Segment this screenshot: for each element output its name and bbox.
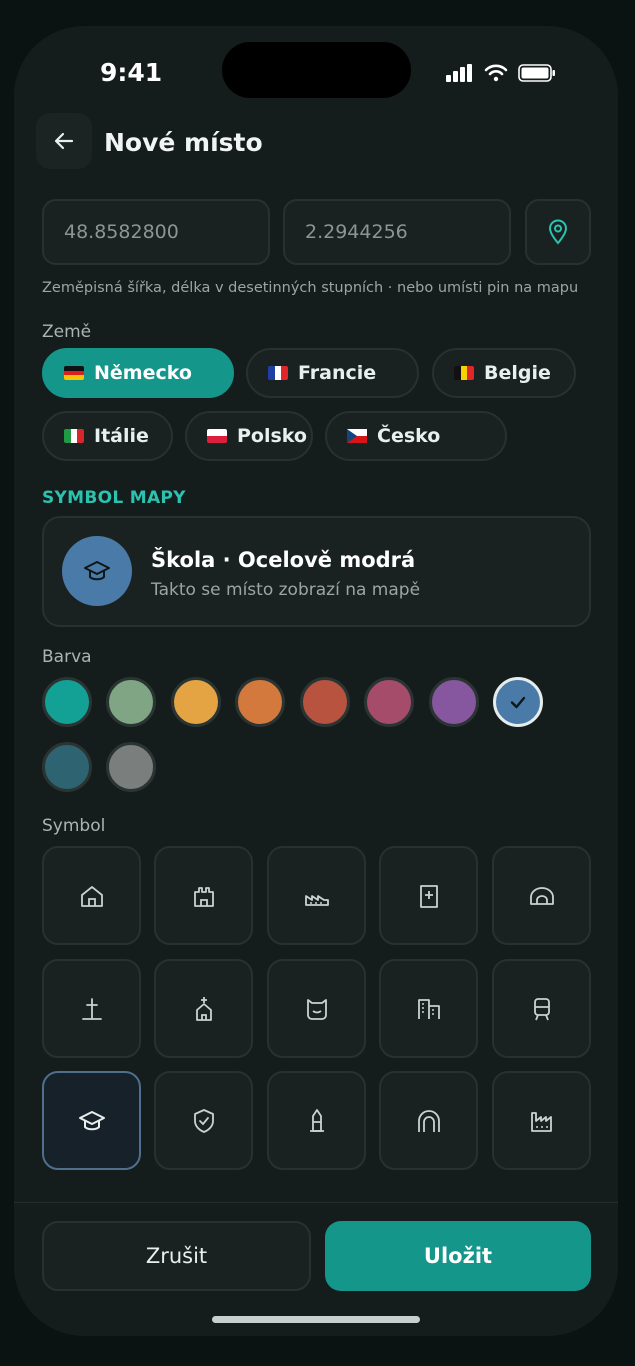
country-label: Země	[42, 322, 92, 342]
shield-check-icon	[193, 1108, 214, 1133]
save-button[interactable]: Uložit	[325, 1221, 591, 1291]
symbol-tile-tunnel[interactable]	[492, 846, 591, 945]
color-swatch-sage[interactable]	[106, 677, 156, 727]
color-swatch-amber[interactable]	[171, 677, 221, 727]
map-pin-icon	[548, 219, 568, 245]
france-flag-icon	[268, 366, 288, 380]
tower-icon	[309, 1108, 324, 1132]
country-chip-germany[interactable]: Německo	[42, 348, 234, 398]
symbol-tile-grave[interactable]	[42, 959, 141, 1058]
arch-icon	[417, 1109, 440, 1132]
coords-hint: Zeměpisná šířka, délka v desetinných stu…	[42, 280, 579, 296]
house-icon	[80, 885, 103, 907]
signal-icon	[446, 64, 472, 82]
graduation-cap-icon	[84, 561, 110, 581]
symbol-tile-face[interactable]	[267, 959, 366, 1058]
country-chip-belgium[interactable]: Belgie	[432, 348, 576, 398]
symbol-tile-arch[interactable]	[379, 1071, 478, 1170]
arrow-left-icon	[54, 132, 74, 150]
page-title: Nové místo	[104, 128, 263, 157]
check-icon	[510, 696, 526, 709]
chip-label: Německo	[94, 362, 192, 384]
home-indicator	[212, 1316, 420, 1323]
color-swatch-raspberry[interactable]	[364, 677, 414, 727]
preview-title: Škola · Ocelově modrá	[151, 548, 416, 572]
symbol-tile-church[interactable]	[154, 959, 253, 1058]
factory-icon	[304, 894, 329, 906]
tram-icon	[533, 997, 550, 1020]
chip-label: Česko	[377, 425, 441, 447]
section-title-map-symbol: SYMBOL MAPY	[42, 488, 186, 508]
poland-flag-icon	[207, 429, 227, 443]
country-chip-poland[interactable]: Polsko	[185, 411, 313, 461]
wifi-icon	[484, 64, 508, 82]
symbol-tile-house[interactable]	[42, 846, 141, 945]
color-swatch-purple[interactable]	[429, 677, 479, 727]
symbol-tile-shield[interactable]	[154, 1071, 253, 1170]
chip-label: Polsko	[237, 425, 307, 447]
color-swatch-petrol[interactable]	[42, 742, 92, 792]
czechia-flag-icon	[347, 429, 367, 443]
color-swatch-teal[interactable]	[42, 677, 92, 727]
symbol-tile-buildings[interactable]	[379, 959, 478, 1058]
color-swatch-orange[interactable]	[235, 677, 285, 727]
battery-icon	[518, 64, 555, 82]
color-swatch-gray[interactable]	[106, 742, 156, 792]
cancel-button[interactable]: Zrušit	[42, 1221, 311, 1291]
germany-flag-icon	[64, 366, 84, 380]
graduation-cap-icon	[78, 1110, 105, 1130]
status-icons	[446, 64, 556, 82]
dynamic-island	[222, 42, 411, 98]
church-icon	[195, 996, 212, 1021]
industry-icon	[530, 1111, 552, 1132]
symbol-tile-castle[interactable]	[154, 846, 253, 945]
preview-marker	[62, 536, 132, 606]
symbol-label: Symbol	[42, 816, 106, 836]
belgium-flag-icon	[454, 366, 474, 380]
symbol-tile-factory[interactable]	[267, 846, 366, 945]
symbol-tile-tower[interactable]	[267, 1071, 366, 1170]
country-chip-france[interactable]: Francie	[246, 348, 419, 398]
symbol-tile-industry[interactable]	[492, 1071, 591, 1170]
color-label: Barva	[42, 647, 92, 667]
country-chip-czechia[interactable]: Česko	[325, 411, 507, 461]
latitude-input[interactable]: 48.8582800	[42, 199, 270, 265]
chip-label: Francie	[298, 362, 377, 384]
back-button[interactable]	[36, 113, 92, 169]
status-time: 9:41	[100, 58, 163, 87]
chip-label: Belgie	[484, 362, 551, 384]
buildings-icon	[417, 998, 440, 1019]
color-swatch-steel-blue[interactable]	[493, 677, 543, 727]
grave-icon	[81, 997, 102, 1020]
color-swatch-red[interactable]	[300, 677, 350, 727]
symbol-tile-school[interactable]	[42, 1071, 141, 1170]
symbol-tile-hospital[interactable]	[379, 846, 478, 945]
italy-flag-icon	[64, 429, 84, 443]
face-icon	[306, 998, 327, 1020]
country-chip-italy[interactable]: Itálie	[42, 411, 173, 461]
chip-label: Itálie	[94, 425, 149, 447]
phone-screen: 9:41 Nové místo 48.8582800 2.2944256 Zem…	[14, 26, 618, 1336]
castle-icon	[193, 886, 214, 907]
preview-subtitle: Takto se místo zobrazí na mapě	[151, 580, 421, 600]
longitude-input[interactable]: 2.2944256	[283, 199, 511, 265]
pick-on-map-button[interactable]	[525, 199, 591, 265]
tunnel-icon	[529, 886, 554, 905]
symbol-tile-tram[interactable]	[492, 959, 591, 1058]
hospital-icon	[419, 884, 438, 908]
